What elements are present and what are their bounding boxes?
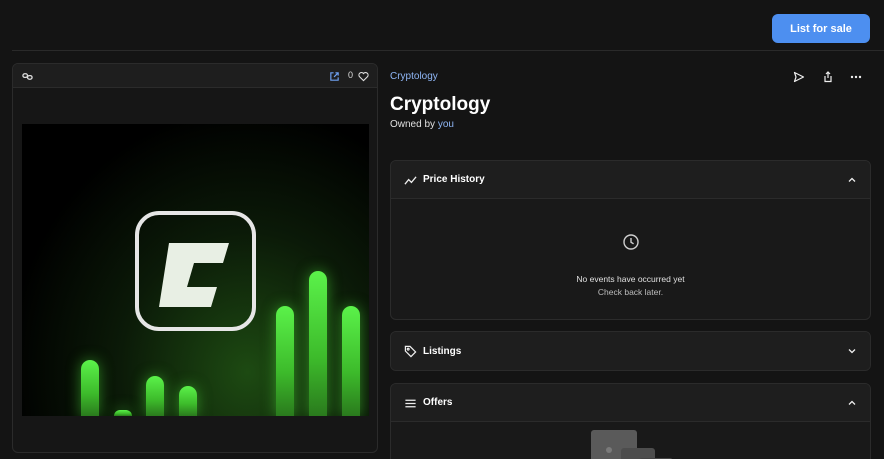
external-link-icon[interactable] <box>327 69 341 83</box>
glow-bar <box>179 386 197 416</box>
list-icon <box>403 396 417 410</box>
glow-bar <box>146 376 164 416</box>
share-icon[interactable] <box>821 70 835 84</box>
listings-header[interactable]: Listings <box>391 332 870 370</box>
more-icon[interactable] <box>849 70 863 84</box>
offers-title: Offers <box>423 397 453 408</box>
glow-bar <box>114 410 132 416</box>
chevron-up-icon[interactable] <box>846 174 858 186</box>
price-history-title: Price History <box>423 174 485 185</box>
glow-bar <box>309 271 327 416</box>
like-count: 0 <box>347 70 353 80</box>
offers-panel: Offers <box>390 383 871 459</box>
collection-link[interactable]: Cryptology <box>390 71 438 82</box>
chevron-up-icon[interactable] <box>846 397 858 409</box>
media-card: 0 <box>12 63 378 453</box>
owned-by-label: Owned by <box>390 119 436 130</box>
chain-icon[interactable] <box>20 69 34 83</box>
trend-icon <box>403 173 417 187</box>
price-history-panel: Price History No events have occurred ye… <box>390 160 871 320</box>
listings-panel: Listings <box>390 331 871 371</box>
glow-bar <box>81 360 99 416</box>
top-bar: List for sale <box>12 0 884 51</box>
owner-link[interactable]: you <box>438 119 454 130</box>
price-history-header[interactable]: Price History <box>391 161 870 199</box>
glow-bar <box>276 306 294 416</box>
chevron-down-icon[interactable] <box>846 345 858 357</box>
list-for-sale-button[interactable]: List for sale <box>772 14 870 43</box>
empty-subtitle: Check back later. <box>597 287 664 297</box>
glow-bar <box>342 306 360 416</box>
item-title: Cryptology <box>390 94 491 115</box>
offers-header[interactable]: Offers <box>391 384 870 422</box>
media-toolbar: 0 <box>13 64 377 88</box>
tag-icon <box>403 344 417 358</box>
heart-icon[interactable] <box>356 69 370 83</box>
empty-state: No events have occurred yet Check back l… <box>391 233 870 297</box>
logo-frame <box>135 211 256 331</box>
owned-by: Owned by you <box>390 119 454 130</box>
logo-glyph <box>159 243 229 307</box>
send-icon[interactable] <box>792 70 806 84</box>
clock-icon <box>622 234 639 250</box>
empty-title: No events have occurred yet <box>576 274 685 284</box>
nft-image[interactable] <box>22 124 369 416</box>
listings-title: Listings <box>423 345 462 357</box>
offers-empty-illustration <box>591 430 673 459</box>
